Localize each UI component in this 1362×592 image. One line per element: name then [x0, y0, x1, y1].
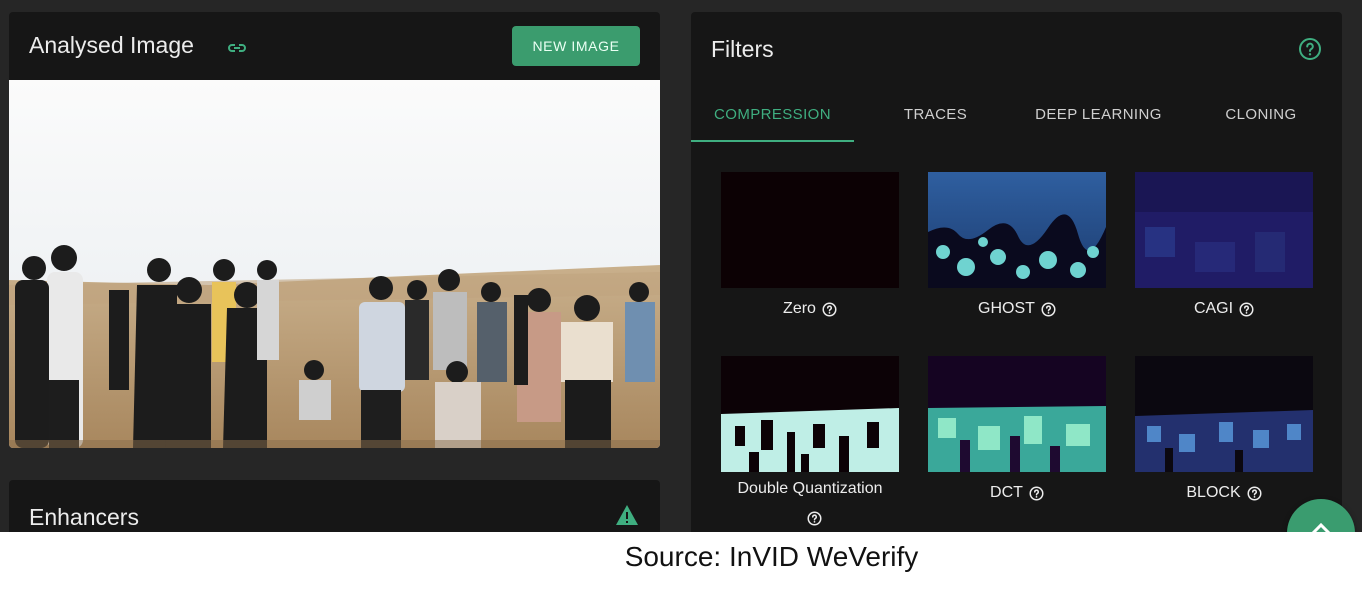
filter-label-double-quantization: Double Quantization [721, 480, 899, 498]
source-caption: Source: InVID WeVerify [624, 541, 919, 572]
help-circle-icon[interactable] [822, 302, 837, 317]
filter-name-dct: DCT [990, 484, 1023, 501]
filter-label-cagi: CAGI [1135, 300, 1313, 318]
analysed-image-card: Analysed Image NEW IMAGE [9, 12, 660, 448]
enhancers-card: Enhancers [9, 480, 660, 532]
help-circle-icon[interactable] [807, 511, 822, 526]
app-window: Analysed Image NEW IMAGE Enhancers Filte… [0, 0, 1362, 532]
filters-card: Filters COMPRESSION TRACES DEEP LEARNING… [691, 12, 1342, 532]
filters-tabs: COMPRESSION TRACES DEEP LEARNING CLONING [691, 84, 1342, 144]
link-icon[interactable] [225, 36, 249, 60]
filter-thumbnail-zero[interactable] [721, 172, 899, 288]
help-circle-icon[interactable] [1239, 302, 1254, 317]
filter-thumbnail-cagi[interactable] [1135, 172, 1313, 288]
filter-thumbnail-dct[interactable] [928, 356, 1106, 472]
filters-title: Filters [711, 36, 774, 62]
help-circle-icon[interactable] [1029, 486, 1044, 501]
filter-thumbnail-double-quantization[interactable] [721, 356, 899, 472]
filter-label-zero: Zero [721, 300, 899, 318]
warning-icon[interactable] [615, 504, 639, 526]
chevron-up-icon [1311, 522, 1331, 532]
filter-name-ghost: GHOST [978, 300, 1035, 317]
help-circle-icon[interactable] [1041, 302, 1056, 317]
tab-cloning[interactable]: CLONING [1180, 84, 1342, 144]
help-circle-icon[interactable] [1247, 486, 1262, 501]
help-circle-icon[interactable] [1298, 37, 1322, 61]
scroll-top-button[interactable] [1287, 499, 1355, 532]
analysed-photo [9, 80, 660, 448]
filter-thumbnail-block[interactable] [1135, 356, 1313, 472]
filter-label-dct: DCT [928, 484, 1106, 502]
filter-label-ghost: GHOST [928, 300, 1106, 318]
filter-thumbnail-ghost[interactable] [928, 172, 1106, 288]
active-tab-indicator [691, 140, 854, 142]
filter-name-cagi: CAGI [1193, 300, 1234, 317]
analysed-image-title: Analysed Image [29, 32, 194, 58]
tab-compression[interactable]: COMPRESSION [691, 84, 854, 144]
tab-deep-learning[interactable]: DEEP LEARNING [1017, 84, 1180, 144]
enhancers-title: Enhancers [29, 504, 139, 530]
new-image-button[interactable]: NEW IMAGE [512, 26, 640, 66]
filter-name-zero: Zero [783, 300, 816, 317]
filter-name-block: BLOCK [1186, 484, 1241, 501]
filter-name-double-quantization: Double Quantization [737, 480, 883, 497]
tab-traces[interactable]: TRACES [854, 84, 1017, 144]
